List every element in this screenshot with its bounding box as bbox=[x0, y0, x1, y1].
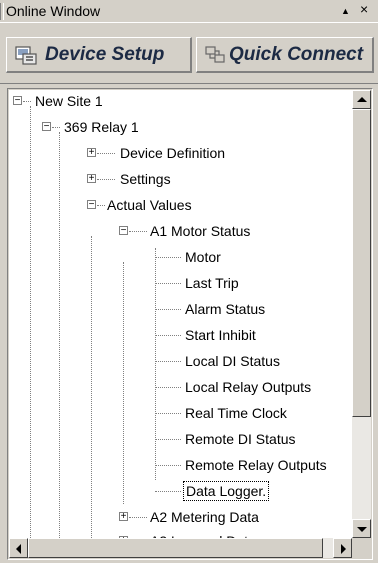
quick-connect-label: Quick Connect bbox=[229, 44, 364, 65]
tree-item-label: Start Inhibit bbox=[185, 327, 256, 343]
collapse-icon[interactable]: − bbox=[42, 122, 51, 132]
device-setup-icon bbox=[14, 44, 38, 66]
tree-item-alarm-status[interactable]: Alarm Status bbox=[9, 298, 349, 320]
tree-item-label: New Site 1 bbox=[35, 93, 103, 109]
tree-item-device-definition[interactable]: + Device Definition bbox=[9, 142, 349, 164]
tree-item-label: Remote DI Status bbox=[185, 431, 296, 447]
tree-item-real-time-clock[interactable]: Real Time Clock bbox=[9, 402, 349, 424]
expand-icon[interactable]: + bbox=[87, 148, 96, 158]
tree-item-a2-metering-data[interactable]: + A2 Metering Data bbox=[9, 506, 349, 528]
close-icon[interactable]: × bbox=[360, 1, 368, 17]
tree-item-local-relay-outputs[interactable]: Local Relay Outputs bbox=[9, 376, 349, 398]
tree-item-local-di-status[interactable]: Local DI Status bbox=[9, 350, 349, 372]
tree-item-label: A2 Metering Data bbox=[150, 509, 259, 525]
scroll-right-arrow-icon bbox=[341, 544, 346, 554]
title-grip bbox=[0, 3, 4, 20]
pin-icon[interactable]: ▲ bbox=[341, 6, 350, 16]
tree-item-data-logger[interactable]: Data Logger. bbox=[9, 480, 349, 502]
tree-item-last-trip[interactable]: Last Trip bbox=[9, 272, 349, 294]
tree-item-start-inhibit[interactable]: Start Inhibit bbox=[9, 324, 349, 346]
collapse-icon[interactable]: − bbox=[13, 96, 22, 106]
vertical-scroll-thumb[interactable] bbox=[352, 109, 371, 417]
tree-item-label: Motor bbox=[185, 249, 221, 265]
tree-item-relay[interactable]: − 369 Relay 1 bbox=[9, 116, 349, 138]
tree-item-label: Remote Relay Outputs bbox=[185, 457, 327, 473]
scroll-up-button[interactable] bbox=[352, 90, 371, 109]
quick-connect-icon bbox=[203, 44, 227, 66]
collapse-icon[interactable]: − bbox=[87, 200, 96, 210]
tree-item-actual-values[interactable]: − Actual Values bbox=[9, 194, 349, 216]
scrollbar-corner bbox=[352, 538, 371, 558]
tree-item-label: Settings bbox=[120, 171, 171, 187]
tree-item-label: Actual Values bbox=[107, 197, 192, 213]
tree-item-label: Data Logger. bbox=[183, 481, 270, 501]
tree-item-label: Alarm Status bbox=[185, 301, 266, 317]
tree-item-label: Local DI Status bbox=[185, 353, 280, 369]
scroll-up-arrow-icon bbox=[357, 97, 367, 102]
tree-item-motor[interactable]: Motor bbox=[9, 246, 349, 268]
tree-item-remote-di-status[interactable]: Remote DI Status bbox=[9, 428, 349, 450]
tree-line bbox=[155, 248, 156, 480]
scroll-left-arrow-icon bbox=[16, 544, 21, 554]
toolbar: Device Setup Quick Connect bbox=[0, 22, 378, 84]
tree-item-label: 369 Relay 1 bbox=[64, 119, 139, 135]
window-title: Online Window bbox=[6, 3, 101, 19]
tree-item-label: A1 Motor Status bbox=[150, 223, 251, 239]
collapse-icon[interactable]: − bbox=[119, 226, 128, 236]
tree-item-a3-learned-data[interactable]: + A3 Learned Data bbox=[9, 530, 349, 538]
tree-item-label: Last Trip bbox=[185, 275, 239, 291]
tree-item-site[interactable]: − New Site 1 bbox=[9, 90, 349, 112]
quick-connect-button[interactable]: Quick Connect bbox=[196, 37, 374, 73]
window-title-bar: Online Window ▲ × bbox=[0, 0, 378, 22]
tree-item-label: Real Time Clock bbox=[185, 405, 287, 421]
horizontal-scroll-thumb[interactable] bbox=[28, 538, 323, 558]
tree-item-label: Device Definition bbox=[120, 145, 226, 161]
scroll-left-button[interactable] bbox=[9, 538, 28, 558]
expand-icon[interactable]: + bbox=[87, 174, 96, 184]
horizontal-scrollbar[interactable] bbox=[9, 538, 352, 558]
tree-item-remote-relay-outputs[interactable]: Remote Relay Outputs bbox=[9, 454, 352, 476]
vertical-scrollbar[interactable] bbox=[352, 90, 371, 538]
tree-view[interactable]: − New Site 1 − 369 Relay 1 + Device Defi… bbox=[9, 90, 352, 538]
expand-icon[interactable]: + bbox=[119, 512, 128, 522]
tree-item-label: Local Relay Outputs bbox=[185, 379, 312, 395]
device-setup-label: Device Setup bbox=[45, 44, 165, 65]
tree-item-label: A3 Learned Data bbox=[150, 530, 256, 538]
device-setup-button[interactable]: Device Setup bbox=[6, 37, 192, 73]
scroll-right-button[interactable] bbox=[333, 538, 352, 558]
tree-item-a1-motor-status[interactable]: − A1 Motor Status bbox=[9, 220, 349, 242]
scroll-down-arrow-icon bbox=[357, 527, 367, 532]
scroll-down-button[interactable] bbox=[352, 519, 371, 538]
tree-item-settings[interactable]: + Settings bbox=[9, 168, 349, 190]
